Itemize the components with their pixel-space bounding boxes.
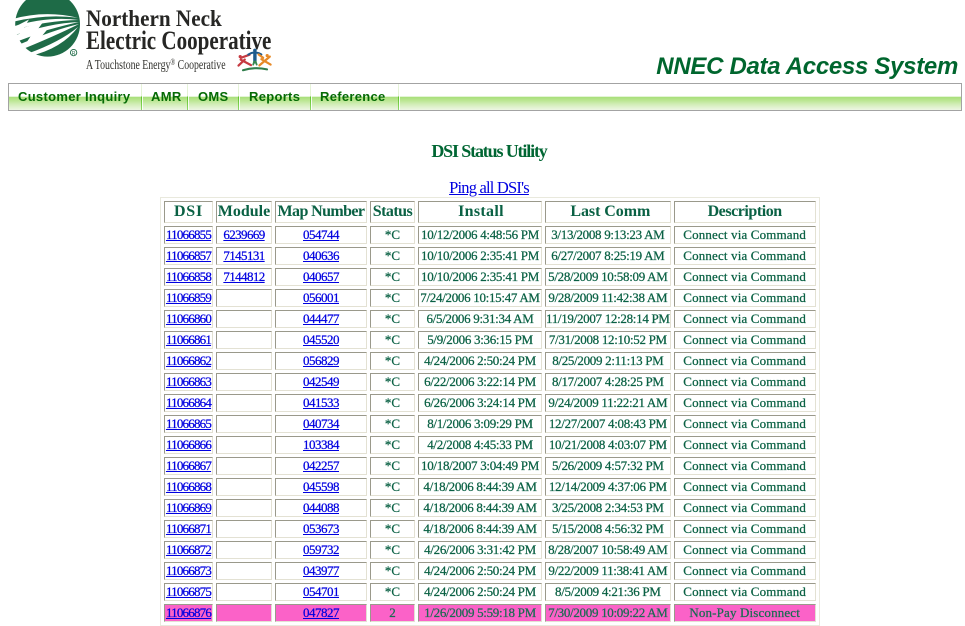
svg-text:R: R — [72, 51, 76, 57]
